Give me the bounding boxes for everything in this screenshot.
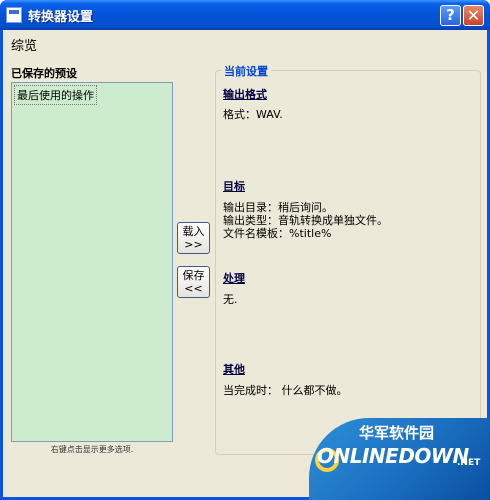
load-button-label: 载入	[182, 225, 205, 238]
other-line: 当完成时： 什么都不做。	[223, 384, 348, 397]
save-button-label: 保存	[182, 269, 205, 282]
save-arrow: <<	[184, 282, 203, 295]
load-preset-button[interactable]: 载入 >>	[177, 222, 210, 254]
window-title: 转换器设置	[28, 10, 94, 25]
processing-line: 无.	[223, 293, 238, 306]
preset-item-last-used[interactable]: 最后使用的操作	[14, 85, 97, 105]
help-button[interactable]: ?	[440, 5, 461, 26]
output-format-link[interactable]: 输出格式	[223, 86, 267, 102]
load-arrow: >>	[184, 238, 203, 251]
close-button[interactable]: ✕	[463, 5, 484, 26]
current-settings-legend: 当前设置	[221, 63, 271, 79]
watermark-cn-text: 华军软件园	[359, 424, 435, 442]
app-icon	[6, 7, 22, 23]
overview-heading: 综览	[11, 39, 38, 54]
close-icon: ✕	[466, 6, 481, 25]
presets-hint-text: 右键点击显示更多选项.	[50, 445, 134, 454]
processing-link[interactable]: 处理	[223, 270, 245, 286]
saved-presets-label: 已保存的预设	[11, 67, 77, 80]
target-line-template: 文件名模板：%title%	[223, 227, 332, 240]
watermark-suffix: .NET	[457, 458, 481, 468]
target-link[interactable]: 目标	[223, 178, 245, 194]
title-bar[interactable]: 转换器设置 ? ✕	[0, 0, 490, 30]
site-watermark-logo: 华军软件园 ONLINEDOWN .NET	[309, 418, 490, 500]
save-preset-button[interactable]: 保存 <<	[177, 266, 210, 298]
question-mark-icon: ?	[446, 6, 455, 24]
saved-presets-list[interactable]: 最后使用的操作	[11, 82, 173, 442]
watermark-en-text: ONLINEDOWN	[317, 444, 469, 468]
output-format-line: 格式：WAV.	[223, 108, 283, 121]
other-link[interactable]: 其他	[223, 361, 245, 377]
